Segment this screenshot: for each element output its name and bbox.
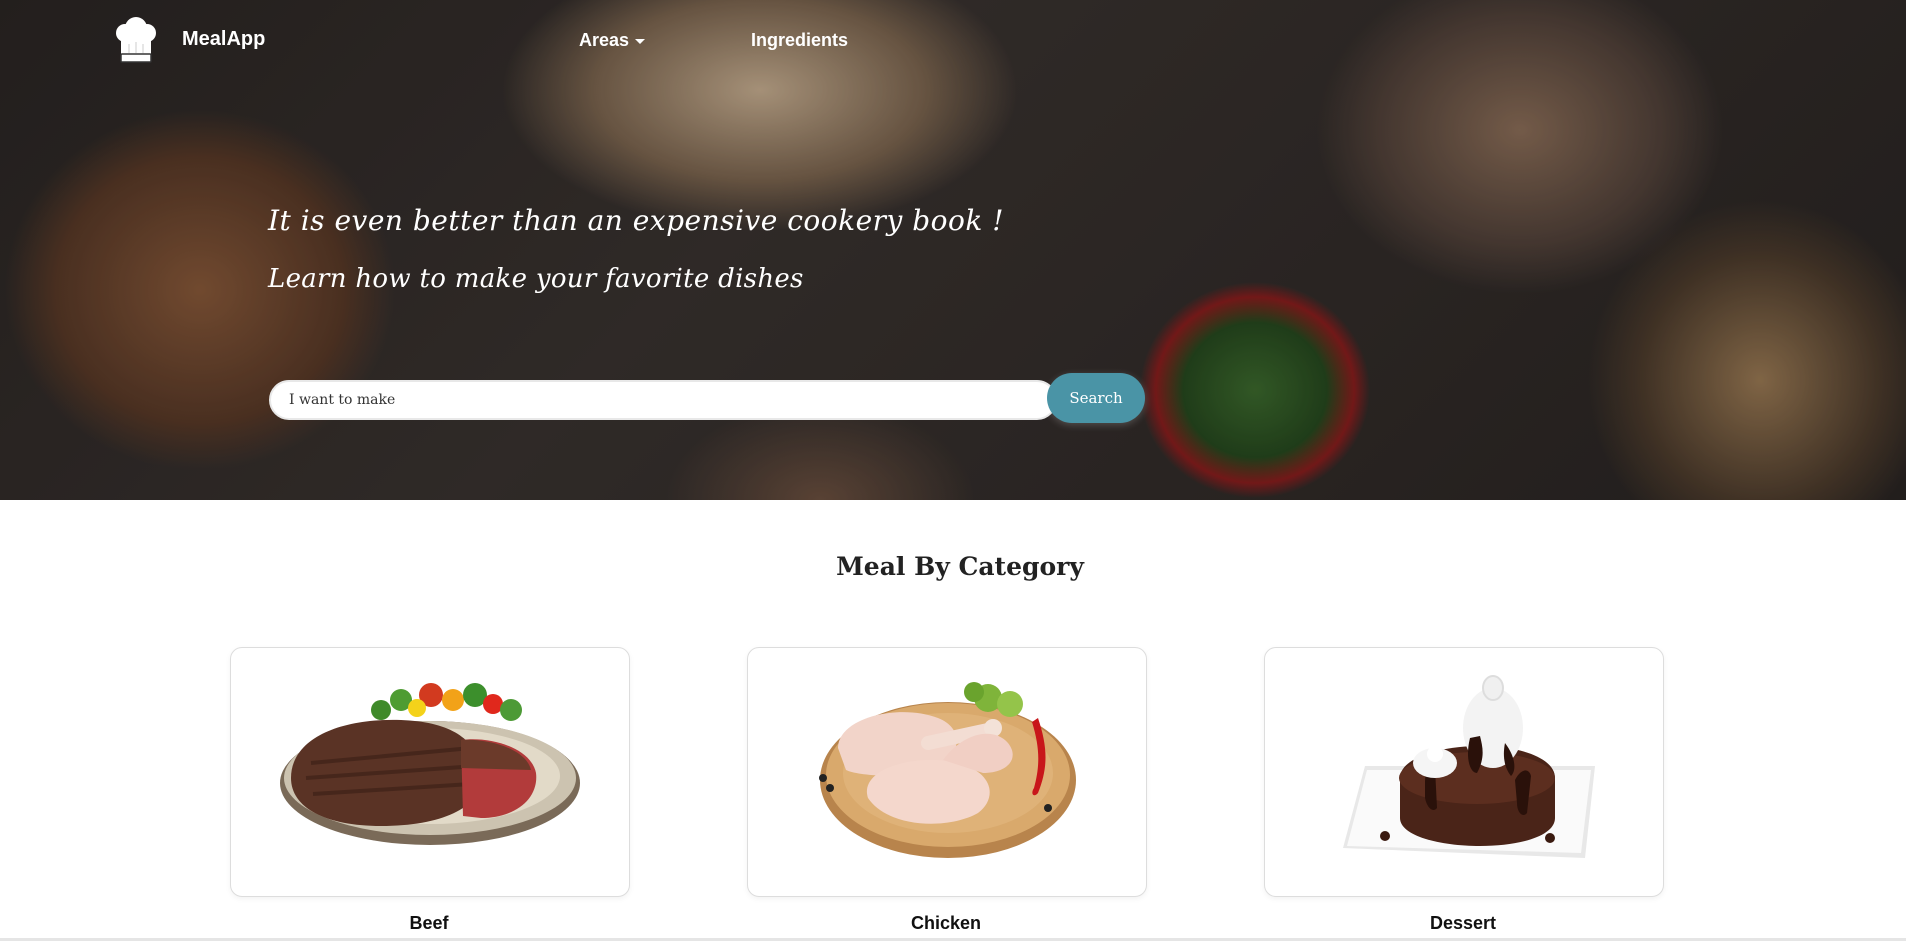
nav-areas-label: Areas: [579, 30, 630, 50]
category-label-dessert[interactable]: Dessert: [1264, 913, 1662, 934]
search-button[interactable]: Search: [1047, 373, 1145, 423]
hero-headline: It is even better than an expensive cook…: [268, 204, 1005, 237]
chicken-legs-image: [819, 682, 1076, 858]
category-card-chicken[interactable]: [747, 647, 1147, 897]
nav-ingredients-link[interactable]: Ingredients: [751, 30, 848, 51]
beef-steak-image: [280, 683, 580, 845]
category-card-dessert[interactable]: [1264, 647, 1664, 897]
category-label-beef[interactable]: Beef: [230, 913, 628, 934]
hero-subline: Learn how to make your favorite dishes: [268, 264, 804, 294]
caret-down-icon: [635, 38, 646, 44]
category-label-chicken[interactable]: Chicken: [747, 913, 1145, 934]
category-card-beef[interactable]: [230, 647, 630, 897]
search-input[interactable]: [269, 380, 1057, 420]
chocolate-cake-image: [1343, 675, 1595, 858]
nav-areas-dropdown[interactable]: Areas: [579, 30, 646, 51]
chef-hat-icon[interactable]: [111, 16, 161, 66]
hero-banner: MealApp Areas Ingredients It is even bet…: [0, 0, 1906, 500]
section-title: Meal By Category: [836, 552, 1084, 581]
brand-name[interactable]: MealApp: [182, 28, 265, 51]
